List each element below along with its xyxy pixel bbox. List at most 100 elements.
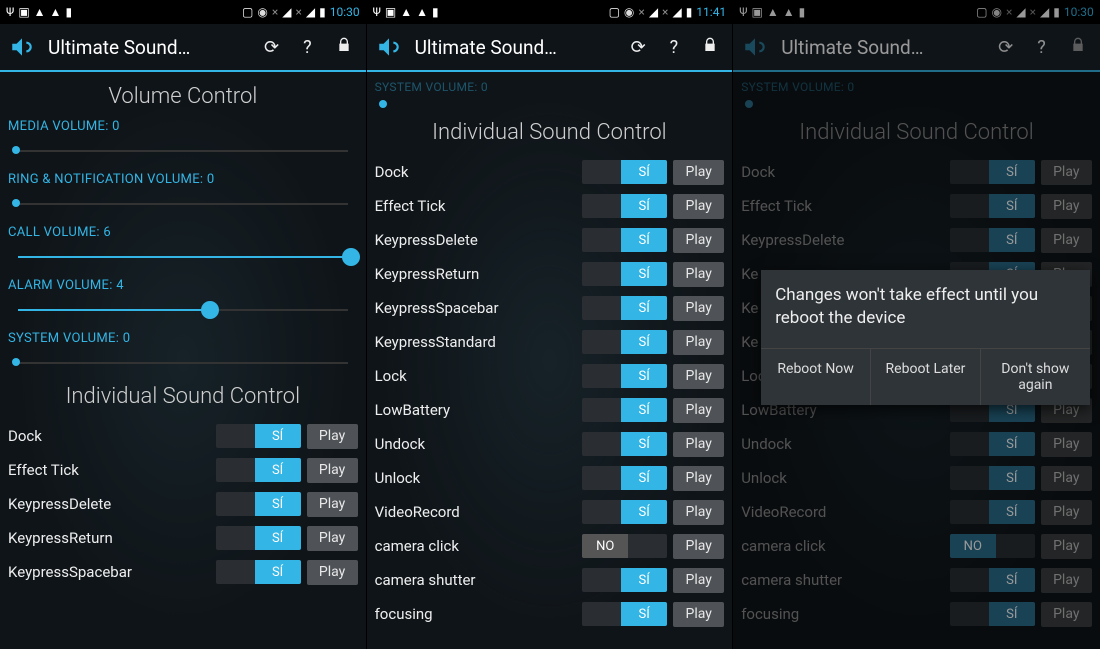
play-button[interactable]: Play: [673, 262, 724, 287]
sound-toggle[interactable]: SÍ: [216, 458, 301, 482]
sound-toggle[interactable]: SÍ: [950, 160, 1035, 184]
play-button[interactable]: Play: [673, 330, 724, 355]
play-button[interactable]: Play: [673, 398, 724, 423]
sound-toggle[interactable]: SÍ: [216, 526, 301, 550]
lock-icon[interactable]: [696, 32, 724, 63]
content-area[interactable]: Volume Control MEDIA VOLUME: 0 RING & NO…: [0, 72, 366, 649]
play-button[interactable]: Play: [673, 432, 724, 457]
slider-thumb[interactable]: [12, 199, 20, 207]
sound-toggle[interactable]: SÍ: [582, 364, 667, 388]
play-button[interactable]: Play: [673, 160, 724, 185]
briefcase-icon: ▮: [432, 5, 439, 19]
play-button[interactable]: Play: [307, 424, 358, 449]
play-button[interactable]: Play: [1041, 568, 1092, 593]
play-button[interactable]: Play: [673, 296, 724, 321]
help-icon[interactable]: ?: [1031, 33, 1052, 62]
sound-toggle[interactable]: SÍ: [582, 500, 667, 524]
sound-name: KeypressSpacebar: [375, 299, 577, 317]
play-button[interactable]: Play: [1041, 194, 1092, 219]
sound-toggle[interactable]: SÍ: [582, 568, 667, 592]
refresh-icon[interactable]: ⟳: [258, 33, 285, 62]
lock-icon[interactable]: [330, 32, 358, 63]
sound-toggle[interactable]: NO: [950, 534, 1035, 558]
sound-toggle[interactable]: SÍ: [582, 160, 667, 184]
sound-toggle[interactable]: SÍ: [582, 466, 667, 490]
sound-name: camera shutter: [741, 571, 944, 589]
toggle-label: SÍ: [989, 568, 1035, 592]
help-icon[interactable]: ?: [297, 33, 318, 62]
play-button[interactable]: Play: [1041, 534, 1092, 559]
sound-toggle[interactable]: SÍ: [216, 560, 301, 584]
warn-icon: ▲: [34, 5, 46, 19]
play-button[interactable]: Play: [673, 364, 724, 389]
app-title: Ultimate Sound…: [415, 36, 613, 59]
slider-thumb[interactable]: [201, 301, 219, 319]
help-icon[interactable]: ?: [664, 33, 685, 62]
volume-slider[interactable]: [8, 189, 358, 215]
sound-toggle[interactable]: SÍ: [216, 492, 301, 516]
sound-row: camera click NO Play: [741, 529, 1092, 563]
sound-toggle[interactable]: SÍ: [582, 262, 667, 286]
toggle-label: SÍ: [989, 466, 1035, 490]
sound-toggle[interactable]: SÍ: [950, 194, 1035, 218]
play-button[interactable]: Play: [673, 500, 724, 525]
sound-toggle[interactable]: SÍ: [950, 602, 1035, 626]
lock-icon[interactable]: [1064, 32, 1092, 63]
sound-row: Dock SÍ Play: [741, 155, 1092, 189]
sound-row: KeypressStandard SÍ Play: [375, 325, 725, 359]
volume-slider[interactable]: [8, 295, 358, 321]
sound-toggle[interactable]: SÍ: [582, 602, 667, 626]
section-volume-control: Volume Control: [8, 84, 358, 109]
sound-name: Lock: [375, 367, 577, 385]
sound-toggle[interactable]: SÍ: [950, 432, 1035, 456]
wifi-icon: ◉: [257, 5, 267, 19]
play-button[interactable]: Play: [307, 526, 358, 551]
sound-row: KeypressReturn SÍ Play: [375, 257, 725, 291]
volume-slider[interactable]: [8, 242, 358, 268]
sound-toggle[interactable]: NO: [582, 534, 667, 558]
sound-toggle[interactable]: SÍ: [950, 568, 1035, 592]
play-button[interactable]: Play: [307, 492, 358, 517]
play-button[interactable]: Play: [673, 568, 724, 593]
play-button[interactable]: Play: [1041, 500, 1092, 525]
toggle-label: SÍ: [621, 330, 667, 354]
slider-thumb[interactable]: [379, 100, 387, 108]
play-button[interactable]: Play: [1041, 602, 1092, 627]
sound-toggle[interactable]: SÍ: [582, 228, 667, 252]
reboot-later-button[interactable]: Reboot Later: [871, 349, 981, 405]
sound-toggle[interactable]: SÍ: [582, 432, 667, 456]
sound-toggle[interactable]: SÍ: [950, 228, 1035, 252]
play-button[interactable]: Play: [1041, 228, 1092, 253]
play-button[interactable]: Play: [673, 602, 724, 627]
refresh-icon[interactable]: ⟳: [625, 33, 652, 62]
reboot-now-button[interactable]: Reboot Now: [761, 349, 871, 405]
sound-toggle[interactable]: SÍ: [950, 466, 1035, 490]
content-area[interactable]: SYSTEM VOLUME: 0 Individual Sound Contro…: [367, 72, 733, 649]
sound-row: KeypressSpacebar SÍ Play: [375, 291, 725, 325]
slider-thumb[interactable]: [12, 358, 20, 366]
sound-toggle[interactable]: SÍ: [582, 330, 667, 354]
sound-toggle[interactable]: SÍ: [582, 194, 667, 218]
play-button[interactable]: Play: [1041, 466, 1092, 491]
play-button[interactable]: Play: [307, 458, 358, 483]
play-button[interactable]: Play: [307, 560, 358, 585]
section-individual-sound: Individual Sound Control: [375, 120, 725, 145]
volume-slider[interactable]: [8, 348, 358, 374]
play-button[interactable]: Play: [673, 194, 724, 219]
sound-toggle[interactable]: SÍ: [216, 424, 301, 448]
play-button[interactable]: Play: [673, 466, 724, 491]
dont-show-again-button[interactable]: Don't show again: [981, 349, 1090, 405]
volume-slider[interactable]: [8, 136, 358, 162]
play-button[interactable]: Play: [673, 228, 724, 253]
sound-name: KeypressStandard: [375, 333, 577, 351]
slider-thumb[interactable]: [342, 248, 360, 266]
sound-toggle[interactable]: SÍ: [950, 500, 1035, 524]
sound-name: LowBattery: [375, 401, 577, 419]
slider-thumb[interactable]: [12, 146, 20, 154]
play-button[interactable]: Play: [1041, 432, 1092, 457]
sound-toggle[interactable]: SÍ: [582, 296, 667, 320]
play-button[interactable]: Play: [1041, 160, 1092, 185]
sound-toggle[interactable]: SÍ: [582, 398, 667, 422]
play-button[interactable]: Play: [673, 534, 724, 559]
refresh-icon[interactable]: ⟳: [992, 33, 1019, 62]
